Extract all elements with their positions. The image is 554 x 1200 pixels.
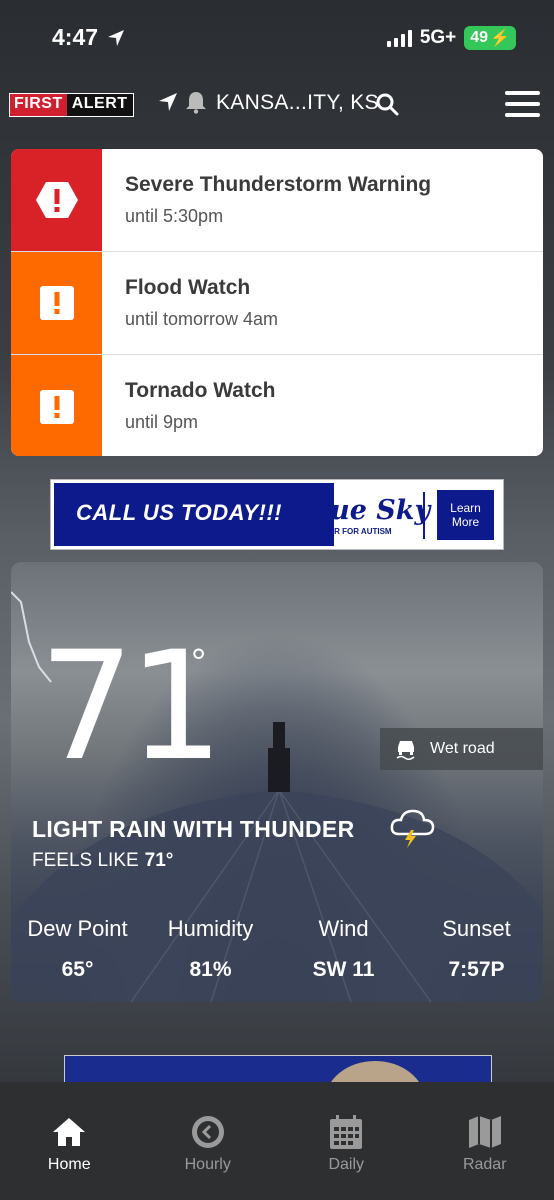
alert-title: Tornado Watch [125,379,276,402]
feels-like: FEELS LIKE 71° [32,850,174,871]
tab-daily[interactable]: Daily [277,1082,416,1200]
alerts-panel: Severe Thunderstorm Warning until 5:30pm… [11,149,543,456]
alert-until: until tomorrow 4am [125,309,279,329]
clock-icon [191,1116,224,1148]
first-alert-logo: FIRST ALERT [9,93,134,117]
stat-wind: Wind SW 11 [312,916,375,981]
calendar-icon [330,1115,363,1149]
bottom-tab-bar: Home Hourly Daily Radar [0,1082,554,1200]
tab-hourly[interactable]: Hourly [139,1082,278,1200]
alert-item[interactable]: Flood Watch until tomorrow 4am [11,252,543,355]
ad-divider [423,492,425,539]
alert-item[interactable]: Tornado Watch until 9pm [11,355,543,456]
battery-indicator: 49 ⚡ [464,26,516,50]
road-condition-badge[interactable]: Wet road [380,728,543,770]
alert-severity-strip [11,355,102,456]
ad-left-panel: CALL US TODAY!!! [54,483,334,546]
ad-call-text: CALL US TODAY!!! [76,500,282,525]
tab-radar[interactable]: Radar [416,1082,554,1200]
stat-humidity: Humidity 81% [167,916,254,981]
alert-title: Flood Watch [125,276,251,299]
alert-severity-strip [11,252,102,354]
exclamation-square-icon [39,286,74,320]
stat-sunset: Sunset 7:57P [442,916,511,981]
hamburger-menu-icon[interactable] [505,91,540,117]
exclamation-square-icon [39,389,74,424]
city-selector[interactable]: KANSA...ITY, KS [216,91,379,115]
tab-home[interactable]: Home [0,1082,139,1200]
location-arrow-icon[interactable] [156,90,180,114]
ad-brand: Blue Sky [297,495,431,526]
conditions-stats: Dew Point 65° Humidity 81% Wind SW 11 Sunse… [11,916,543,982]
alert-severity-strip [11,149,102,251]
signal-icon [386,29,412,47]
search-icon[interactable] [375,92,399,116]
warning-octagon-icon [35,182,78,218]
car-skid-icon [396,741,415,760]
stat-dew-point: Dew Point 65° [27,916,128,981]
ad-banner[interactable]: CALL US TODAY!!! Blue Sky CENTER FOR AUT… [50,479,504,550]
app-header: FIRST ALERT KANSA...ITY, KS [0,76,554,132]
alert-title: Severe Thunderstorm Warning [125,173,432,196]
road-condition-label: Wet road [430,740,495,757]
map-icon [468,1116,501,1148]
condition-text: LIGHT RAIN WITH THUNDER [32,816,355,842]
alert-until: until 9pm [125,412,199,432]
status-bar: 4:47 5G+ 49 ⚡ [0,0,554,70]
charging-icon: ⚡ [490,30,510,47]
alert-until: until 5:30pm [125,206,224,226]
ad-brand-sub: CENTER FOR AUTISM [307,527,392,536]
status-time: 4:47 [52,24,126,51]
home-icon [53,1118,86,1146]
current-conditions-card[interactable]: 71 ° Wet road LIGHT RAIN WITH THUNDER FE… [11,562,543,1002]
learn-more-button[interactable]: Learn More [437,490,494,540]
feels-like-value: 71° [144,850,174,871]
thunderstorm-icon [390,809,435,848]
bell-icon[interactable] [185,90,207,114]
degree-symbol: ° [191,642,207,684]
alert-item[interactable]: Severe Thunderstorm Warning until 5:30pm [11,149,543,252]
network-type: 5G+ [419,27,457,48]
location-arrow-icon [108,29,125,46]
